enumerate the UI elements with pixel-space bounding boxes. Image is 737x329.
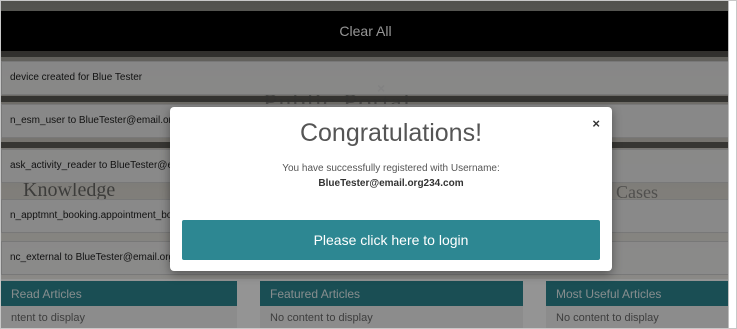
dialog-message: You have successfully registered with Us… [282,163,500,174]
registration-success-dialog: × Congratulations! You have successfully… [170,107,612,271]
registered-username: BlueTester@email.org234.com [318,178,464,189]
login-button[interactable]: Please click here to login [182,220,600,260]
window-edge [728,1,736,328]
dialog-title: Congratulations! [299,119,483,147]
page-frame: Public Portal Knowledge Cases × Read Art… [0,0,737,329]
